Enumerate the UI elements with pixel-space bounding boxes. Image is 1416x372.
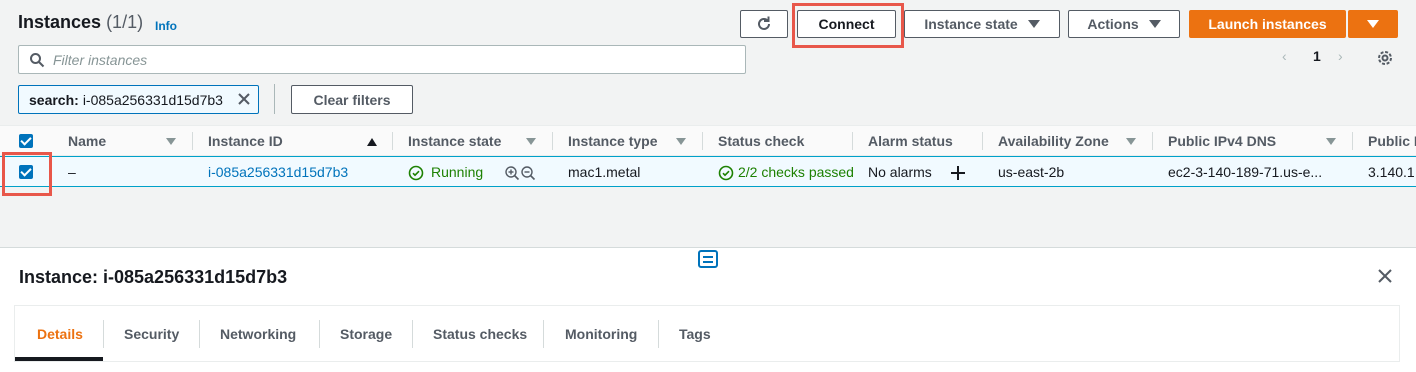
- cell-alarm-status: No alarms: [868, 164, 932, 180]
- tab-divider: [199, 320, 200, 348]
- cell-name: –: [68, 164, 76, 180]
- cell-status-check: 2/2 checks passed: [738, 164, 854, 180]
- close-icon[interactable]: [1377, 268, 1393, 284]
- page-title: Instances (1/1): [18, 12, 144, 32]
- table-row[interactable]: – i-085a256331d15d7b3 Running mac1.metal…: [0, 156, 1416, 187]
- info-link[interactable]: Info: [155, 19, 177, 33]
- column-divider: [852, 132, 853, 150]
- sort-icon[interactable]: [526, 138, 536, 145]
- column-divider: [392, 132, 393, 150]
- tab-status-checks[interactable]: Status checks: [433, 326, 527, 342]
- table-header: Name Instance ID Instance state Instance…: [0, 125, 1416, 156]
- column-divider: [1152, 132, 1153, 150]
- column-status-check[interactable]: Status check: [718, 133, 804, 149]
- filter-token-key: search:: [29, 91, 79, 108]
- prev-page-button[interactable]: ‹: [1282, 48, 1287, 64]
- cell-instance-type: mac1.metal: [568, 164, 641, 180]
- divider: [274, 84, 275, 114]
- caret-down-icon: [1027, 20, 1040, 28]
- search-icon: [30, 53, 45, 68]
- cell-instance-state: Running: [431, 164, 484, 180]
- clear-filters-button[interactable]: Clear filters: [291, 85, 413, 114]
- tab-divider: [319, 320, 320, 348]
- tab-divider: [103, 320, 104, 348]
- refresh-button[interactable]: [740, 10, 788, 38]
- tab-divider: [412, 320, 413, 348]
- refresh-icon: [758, 16, 770, 30]
- zoom-out-icon[interactable]: [520, 165, 536, 181]
- instance-state-label: Instance state: [924, 16, 1018, 32]
- checkbox-highlight: [2, 152, 52, 196]
- column-divider: [1352, 132, 1353, 150]
- launch-dropdown-button[interactable]: [1348, 10, 1398, 38]
- gear-icon[interactable]: [1375, 48, 1395, 68]
- next-page-button[interactable]: ›: [1338, 48, 1343, 64]
- instance-count: (1/1): [106, 12, 144, 32]
- tab-divider: [658, 320, 659, 348]
- tab-divider: [543, 320, 544, 348]
- filter-search: [18, 45, 746, 74]
- instances-panel: Instances (1/1) Info Connect Instance st…: [0, 0, 1416, 247]
- check-circle-icon: [408, 165, 424, 181]
- tab-networking[interactable]: Networking: [220, 326, 296, 342]
- tab-security[interactable]: Security: [124, 326, 179, 342]
- column-divider: [552, 132, 553, 150]
- connect-highlight: [792, 3, 904, 48]
- sort-icon[interactable]: [166, 138, 176, 145]
- instance-state-button[interactable]: Instance state: [904, 10, 1060, 38]
- sort-icon[interactable]: [1326, 138, 1336, 145]
- tab-tags[interactable]: Tags: [679, 326, 711, 342]
- instance-details-title: Instance: i-085a256331d15d7b3: [19, 267, 288, 287]
- column-public-ip[interactable]: Public I: [1368, 133, 1416, 149]
- active-tab-indicator: [15, 357, 103, 361]
- column-instance-id[interactable]: Instance ID: [208, 133, 283, 149]
- tab-monitoring[interactable]: Monitoring: [565, 326, 637, 342]
- sort-ascending-icon[interactable]: [367, 138, 377, 146]
- caret-down-icon: [1148, 20, 1161, 28]
- sort-icon[interactable]: [676, 138, 686, 145]
- add-alarm-icon[interactable]: [950, 165, 966, 181]
- column-instance-type[interactable]: Instance type: [568, 133, 657, 149]
- column-divider: [982, 132, 983, 150]
- cell-availability-zone: us-east-2b: [998, 164, 1065, 180]
- check-circle-icon: [718, 165, 734, 181]
- column-divider: [192, 132, 193, 150]
- search-input[interactable]: [53, 49, 733, 70]
- cell-public-ip: 3.140.1: [1368, 164, 1415, 180]
- launch-instances-button[interactable]: Launch instances: [1189, 10, 1346, 38]
- sort-icon[interactable]: [1126, 138, 1136, 145]
- zoom-in-icon[interactable]: [504, 165, 520, 181]
- actions-label: Actions: [1087, 16, 1139, 32]
- column-availability-zone[interactable]: Availability Zone: [998, 133, 1109, 149]
- column-instance-state[interactable]: Instance state: [408, 133, 501, 149]
- cell-public-dns: ec2-3-140-189-71.us-e...: [1168, 164, 1323, 180]
- resize-handle-icon[interactable]: [698, 250, 718, 268]
- column-alarm-status[interactable]: Alarm status: [868, 133, 953, 149]
- column-name[interactable]: Name: [68, 133, 106, 149]
- filter-token-value: i-085a256331d15d7b3: [82, 91, 223, 108]
- tab-storage[interactable]: Storage: [340, 326, 392, 342]
- caret-down-icon: [1367, 20, 1379, 28]
- filter-token: search: i-085a256331d15d7b3: [18, 85, 259, 114]
- column-public-dns[interactable]: Public IPv4 DNS: [1168, 133, 1276, 149]
- column-divider: [702, 132, 703, 150]
- details-tabs: Details Security Networking Storage Stat…: [14, 305, 1400, 362]
- remove-filter-icon[interactable]: [236, 91, 252, 107]
- page-number[interactable]: 1: [1313, 48, 1321, 64]
- cell-instance-id-link[interactable]: i-085a256331d15d7b3: [208, 164, 348, 180]
- select-all-checkbox[interactable]: [19, 134, 33, 148]
- tab-details[interactable]: Details: [37, 326, 83, 342]
- actions-button[interactable]: Actions: [1068, 10, 1180, 38]
